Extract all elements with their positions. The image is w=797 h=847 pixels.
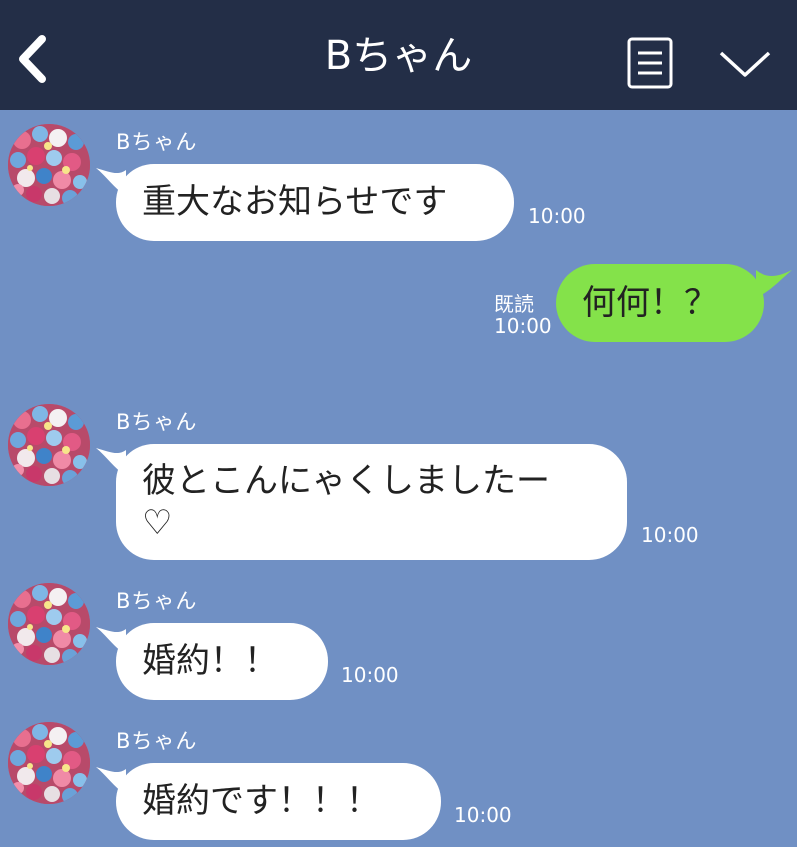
- sender-name: Bちゃん: [116, 589, 198, 613]
- message-time: 10:00: [494, 314, 552, 338]
- chevron-down-icon: [719, 51, 771, 77]
- read-status: 既読: [494, 292, 534, 316]
- bubble-tail: [756, 270, 792, 298]
- flower-avatar-image: [8, 404, 90, 486]
- avatar[interactable]: [8, 722, 90, 804]
- message-time: 10:00: [641, 523, 699, 547]
- chat-title: Bちゃん: [324, 33, 473, 79]
- message-time: 10:00: [341, 663, 399, 687]
- sender-name: Bちゃん: [116, 410, 198, 434]
- sender-name: Bちゃん: [116, 729, 198, 753]
- menu-document-icon: [627, 37, 673, 89]
- avatar[interactable]: [8, 124, 90, 206]
- message-bubble[interactable]: 婚約！！: [116, 623, 328, 700]
- flower-avatar-image: [8, 124, 90, 206]
- message-bubble[interactable]: 彼とこんにゃくしましたー ♡: [116, 444, 627, 560]
- menu-button[interactable]: [627, 37, 673, 89]
- avatar[interactable]: [8, 404, 90, 486]
- back-button[interactable]: [14, 34, 54, 84]
- message-time: 10:00: [454, 803, 512, 827]
- flower-avatar-image: [8, 583, 90, 665]
- chevron-left-icon: [19, 35, 46, 83]
- message-bubble[interactable]: 何何！？: [556, 264, 764, 342]
- sender-name: Bちゃん: [116, 130, 198, 154]
- message-bubble[interactable]: 婚約です！！！: [116, 763, 441, 840]
- dropdown-button[interactable]: [718, 45, 772, 81]
- flower-avatar-image: [8, 722, 90, 804]
- message-time: 10:00: [528, 204, 586, 228]
- avatar[interactable]: [8, 583, 90, 665]
- chat-header: Bちゃん: [0, 0, 797, 110]
- message-bubble[interactable]: 重大なお知らせです: [116, 164, 514, 241]
